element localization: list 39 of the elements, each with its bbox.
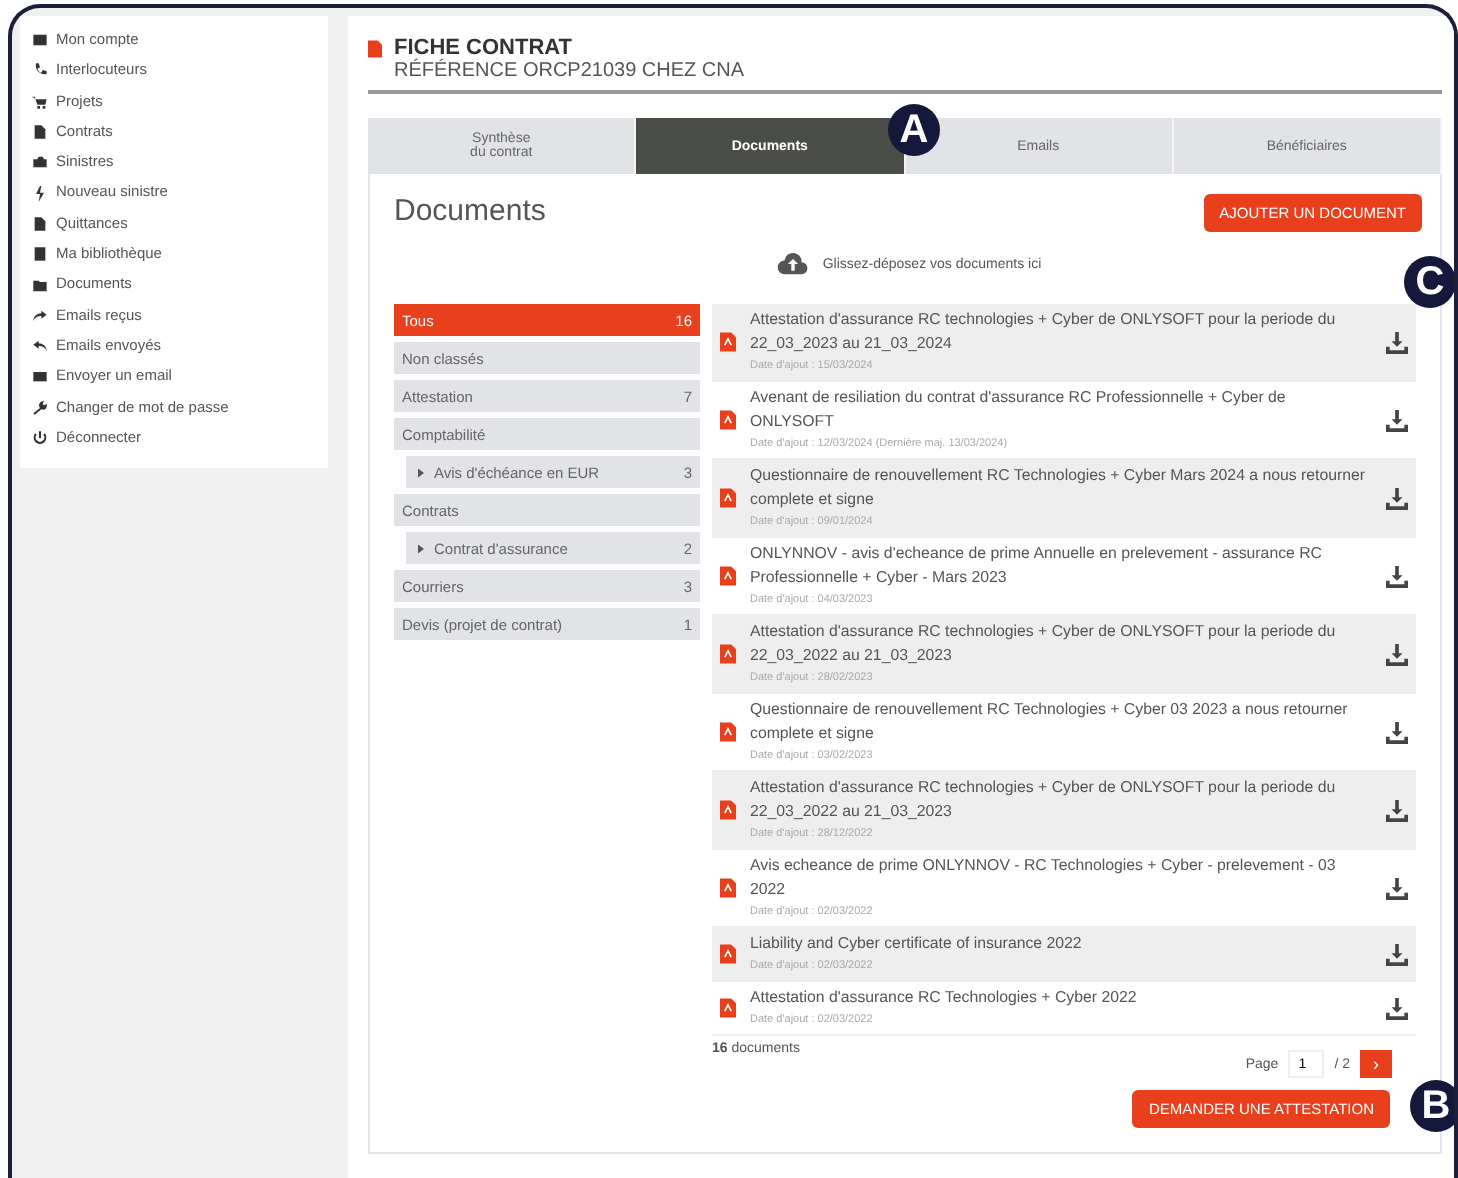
forward-arrow-icon: [32, 307, 48, 324]
wrench-icon: [32, 399, 48, 416]
next-page-button[interactable]: ›: [1360, 1050, 1392, 1078]
pdf-file-icon: [720, 332, 736, 352]
download-icon[interactable]: [1386, 799, 1408, 821]
power-icon: [32, 430, 48, 446]
pdf-file-icon: [720, 488, 736, 508]
download-icon[interactable]: [1386, 943, 1408, 965]
cloud-upload-icon: [776, 252, 811, 276]
pdf-file-icon: [720, 644, 736, 664]
phone-icon: [32, 62, 48, 79]
page-subtitle: RÉFÉRENCE ORCP21039 CHEZ CNA: [394, 60, 745, 82]
pdf-file-icon: [720, 944, 736, 964]
download-icon[interactable]: [1386, 643, 1408, 665]
folder-icon: [32, 277, 48, 294]
pdf-file-icon: [720, 410, 736, 430]
reply-arrow-icon: [32, 338, 48, 355]
caret-icon: [418, 543, 424, 553]
download-icon[interactable]: [1386, 877, 1408, 899]
section-title: Documents: [394, 194, 546, 228]
pdf-file-icon: [720, 878, 736, 898]
download-icon[interactable]: [1386, 409, 1408, 431]
pdf-file-icon: [720, 722, 736, 742]
cart-icon: [32, 93, 48, 110]
bolt-icon: [32, 185, 48, 202]
download-icon[interactable]: [1386, 565, 1408, 587]
download-icon[interactable]: [1386, 721, 1408, 743]
document-icon: [32, 124, 48, 141]
document-icon: [368, 40, 382, 58]
download-icon[interactable]: [1386, 487, 1408, 509]
download-icon[interactable]: [1386, 997, 1408, 1019]
camera-icon: [32, 154, 48, 171]
document-icon: [32, 215, 48, 232]
page-title: FICHE CONTRAT: [394, 36, 575, 60]
download-icon[interactable]: [1386, 331, 1408, 353]
pdf-file-icon: [720, 998, 736, 1018]
caret-icon: [418, 467, 424, 477]
pdf-file-icon: [720, 800, 736, 820]
pdf-file-icon: [720, 566, 736, 586]
